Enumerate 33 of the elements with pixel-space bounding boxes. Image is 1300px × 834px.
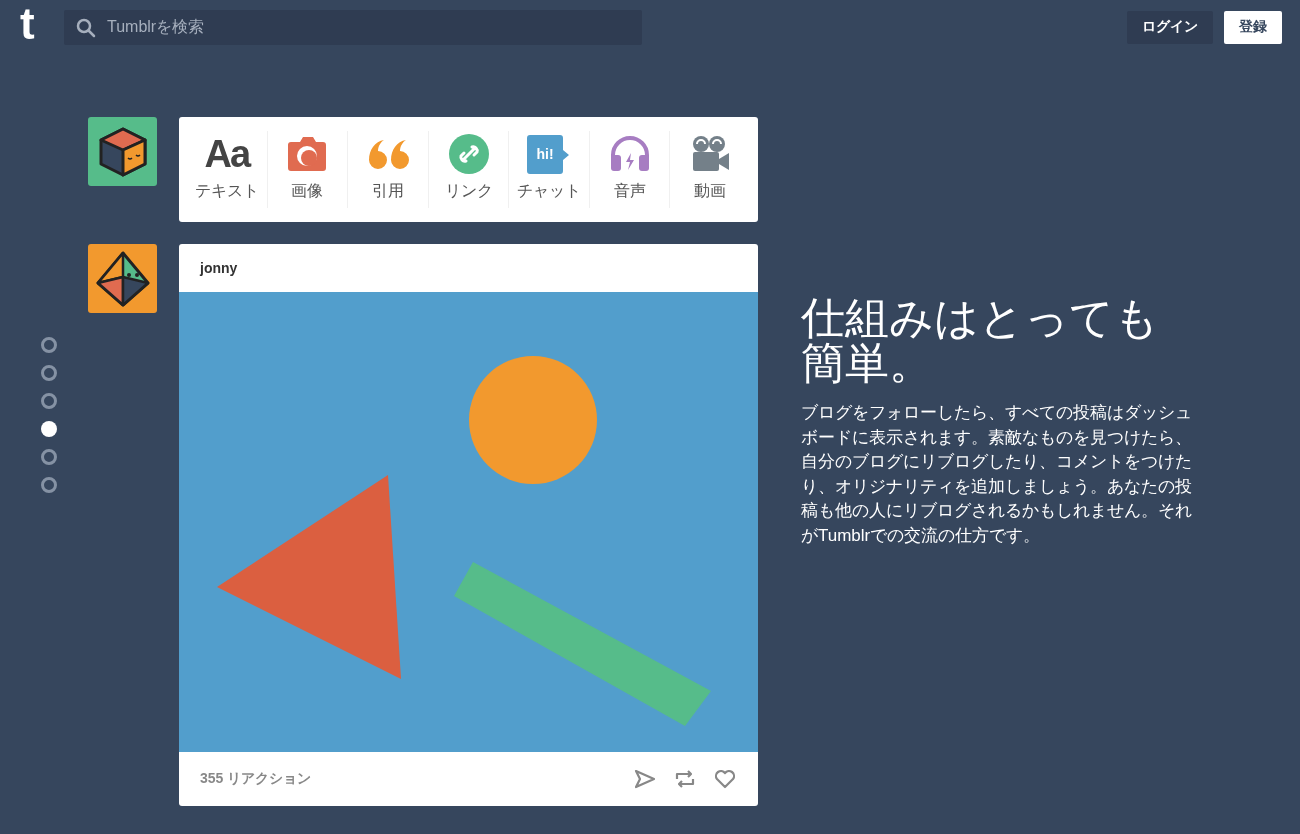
post-type-button[interactable]: Aa テキスト bbox=[187, 131, 268, 208]
octahedron-drawing bbox=[94, 249, 151, 308]
search-field[interactable]: Tumblrを検索 bbox=[64, 9, 642, 45]
cube-drawing bbox=[97, 125, 148, 178]
reblog-icon[interactable] bbox=[674, 769, 696, 789]
post-type-button[interactable]: 画像 bbox=[267, 131, 349, 208]
share-icon[interactable] bbox=[634, 769, 656, 789]
text-glyph-icon: Aa bbox=[204, 132, 250, 176]
heart-icon[interactable] bbox=[714, 769, 736, 789]
headphones-icon bbox=[608, 135, 651, 173]
intro-heading: 仕組みはとっても簡単。 bbox=[801, 295, 1160, 385]
login-button[interactable]: ログイン bbox=[1127, 10, 1213, 44]
slide-dot[interactable] bbox=[41, 449, 57, 465]
post-type-button[interactable]: 引用 bbox=[348, 131, 429, 208]
slide-dot[interactable] bbox=[41, 365, 57, 381]
link-icon bbox=[448, 134, 489, 174]
post-type-button[interactable]: hi! チャット bbox=[509, 131, 590, 208]
movie-camera-icon bbox=[690, 135, 731, 173]
search-icon bbox=[76, 17, 96, 38]
post-type-button[interactable]: 音声 bbox=[589, 131, 671, 208]
post-author[interactable]: jonny bbox=[179, 244, 758, 292]
notes-count[interactable]: 355 リアクション bbox=[200, 770, 616, 788]
signup-button[interactable]: 登録 bbox=[1224, 10, 1282, 44]
slide-dot[interactable] bbox=[41, 477, 57, 493]
intro-text: ブログをフォローしたら、すべての投稿はダッシュボードに表示されます。素敵なものを見つけたら、自分のブログにリブログしたり、コメントをつけたり、オリジナリティを追加しましょう。あなたの投稿も他の人にリブログされるかもしれません。それがTumblrでの交流の仕方です。 bbox=[801, 402, 1193, 547]
post-type-button[interactable]: リンク bbox=[428, 131, 510, 208]
camera-icon bbox=[287, 136, 328, 172]
post-type-button[interactable]: 動画 bbox=[670, 131, 751, 208]
quote-icon bbox=[366, 138, 409, 170]
slide-dot[interactable] bbox=[41, 337, 57, 353]
slide-dot[interactable] bbox=[41, 421, 57, 437]
logo[interactable]: t bbox=[20, 4, 64, 44]
slide-dot[interactable] bbox=[41, 393, 57, 409]
